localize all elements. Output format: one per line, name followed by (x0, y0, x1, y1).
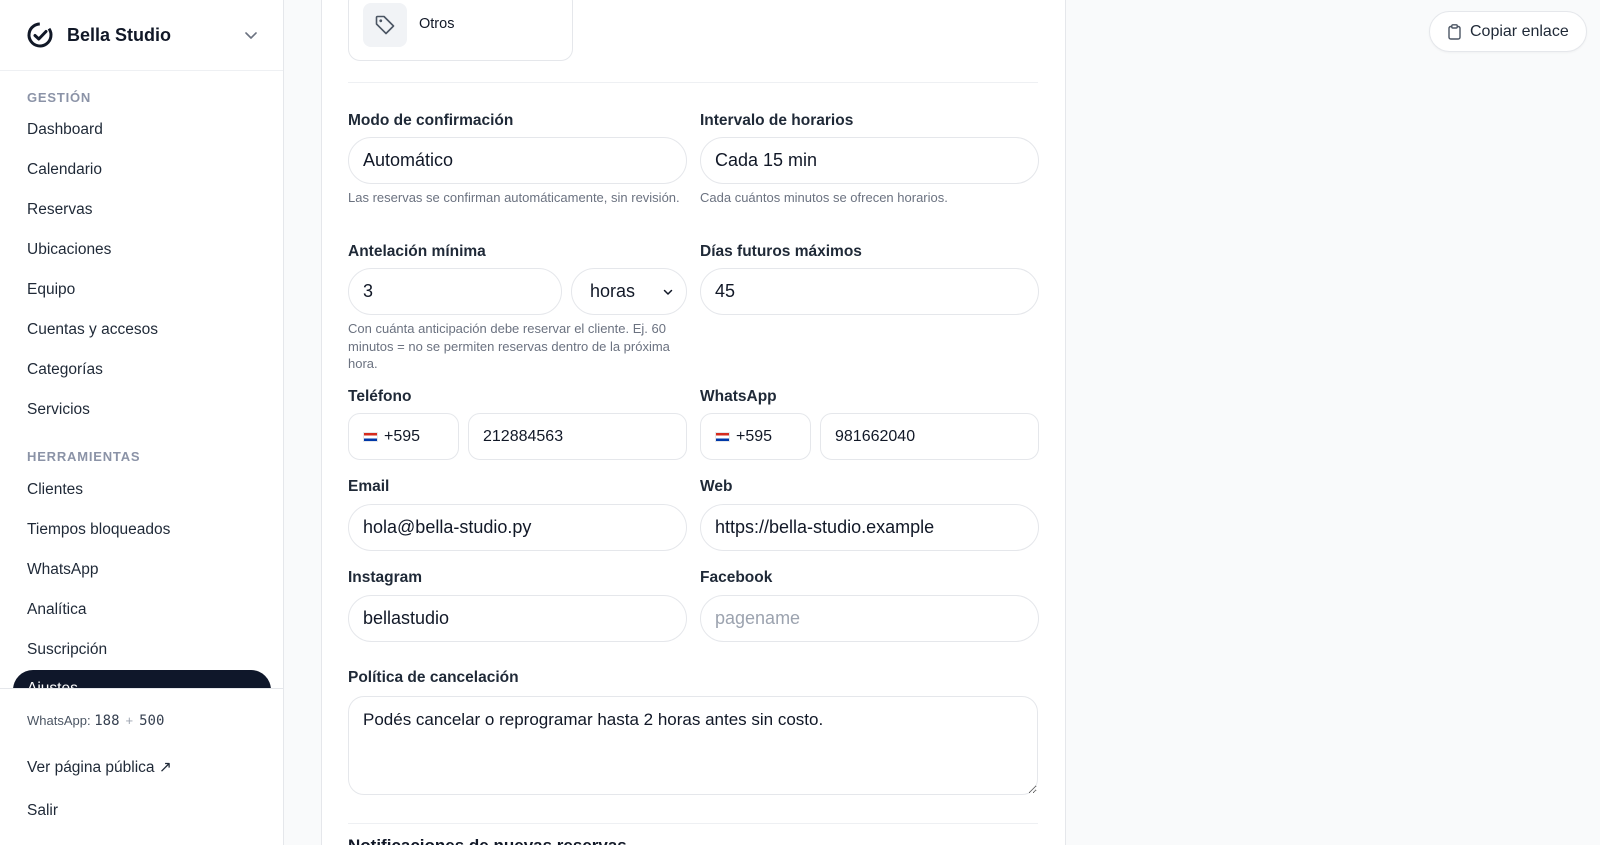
whatsapp-quota-used: 188 (94, 713, 120, 729)
whatsapp-quota-label: WhatsApp: (27, 713, 91, 728)
sidebar-item-categories[interactable]: Categorías (27, 361, 103, 379)
whatsapp-input[interactable] (820, 413, 1039, 460)
cancellation-policy-textarea[interactable]: Podés cancelar o reprogramar hasta 2 hor… (348, 696, 1038, 795)
sidebar-nav: GESTIÓN Dashboard Calendario Reservas Ub… (0, 71, 283, 688)
sidebar-item-clients[interactable]: Clientes (27, 481, 83, 499)
notifications-section-title: Notificaciones de nuevas reservas (348, 836, 627, 845)
sidebar-item-services[interactable]: Servicios (27, 401, 90, 419)
instagram-input[interactable] (348, 595, 687, 642)
sidebar-item-accounts[interactable]: Cuentas y accesos (27, 321, 158, 339)
slot-interval-hint: Cada cuántos minutos se ofrecen horarios… (700, 190, 948, 205)
logout-link[interactable]: Salir (27, 802, 58, 820)
sidebar: Bella Studio GESTIÓN Dashboard Calendari… (0, 0, 284, 845)
whatsapp-label: WhatsApp (700, 388, 777, 405)
sidebar-item-analytics[interactable]: Analítica (27, 601, 86, 619)
workspace-switcher[interactable]: Bella Studio (0, 0, 283, 71)
section-title-management: GESTIÓN (27, 90, 92, 105)
sidebar-footer: WhatsApp: 188 +500 Ver página pública ↗ S… (0, 688, 283, 845)
phone-label: Teléfono (348, 388, 412, 405)
email-label: Email (348, 478, 390, 495)
sidebar-item-settings[interactable]: Ajustes (13, 670, 271, 688)
min-advance-input[interactable] (348, 268, 562, 315)
workspace-name: Bella Studio (67, 24, 172, 45)
min-advance-hint: Con cuánta anticipación debe reservar el… (348, 321, 670, 371)
clipboard-icon (1448, 23, 1461, 40)
sidebar-item-blocked-times[interactable]: Tiempos bloqueados (27, 521, 170, 539)
web-label: Web (700, 478, 733, 495)
min-advance-unit-value: horas (590, 281, 636, 301)
phone-input[interactable] (468, 413, 687, 460)
whatsapp-country-select[interactable]: +595 (700, 413, 811, 460)
public-page-link[interactable]: Ver página pública ↗ (27, 758, 172, 777)
chevron-down-icon (245, 32, 257, 39)
facebook-input[interactable] (700, 595, 1039, 642)
paraguay-flag-icon (363, 431, 378, 442)
slot-interval-label: Intervalo de horarios (700, 112, 854, 129)
tag-icon (375, 15, 395, 35)
sidebar-item-subscription[interactable]: Suscripción (27, 641, 107, 659)
confirmation-mode-label: Modo de confirmación (348, 112, 514, 129)
sidebar-item-calendar[interactable]: Calendario (27, 161, 102, 179)
phone-prefix-value: +595 (384, 427, 421, 445)
whatsapp-quota-plus: + (125, 713, 134, 728)
copy-link-label: Copiar enlace (1470, 22, 1569, 40)
web-input[interactable] (700, 504, 1039, 551)
confirmation-mode-select[interactable] (348, 137, 687, 184)
category-tile-others[interactable]: Otros (348, 0, 573, 61)
slot-interval-select[interactable] (700, 137, 1039, 184)
phone-country-select[interactable]: +595 (348, 413, 459, 460)
confirmation-mode-hint: Las reservas se confirman automáticament… (348, 190, 680, 205)
sidebar-item-locations[interactable]: Ubicaciones (27, 241, 111, 259)
cancellation-policy-label: Política de cancelación (348, 669, 519, 686)
section-divider (348, 82, 1038, 83)
whatsapp-quota-total: 500 (139, 713, 165, 729)
copy-link-button[interactable]: Copiar enlace (1429, 11, 1587, 52)
sidebar-item-team[interactable]: Equipo (27, 281, 75, 299)
category-label: Otros (419, 16, 455, 32)
section-divider (348, 823, 1038, 824)
brand-logo-icon (27, 22, 53, 48)
section-title-tools: HERRAMIENTAS (27, 449, 141, 464)
instagram-label: Instagram (348, 569, 423, 586)
email-input[interactable] (348, 504, 687, 551)
max-future-days-input[interactable] (700, 268, 1039, 315)
sidebar-item-bookings[interactable]: Reservas (27, 201, 92, 219)
paraguay-flag-icon (715, 431, 730, 442)
facebook-label: Facebook (700, 569, 773, 586)
chevron-down-icon (663, 289, 673, 295)
category-icon-box (363, 3, 407, 47)
min-advance-unit-select[interactable]: horas (571, 268, 687, 315)
sidebar-item-dashboard[interactable]: Dashboard (27, 121, 103, 139)
whatsapp-quota: WhatsApp: 188 +500 (27, 713, 164, 729)
whatsapp-prefix-value: +595 (736, 427, 773, 445)
sidebar-item-whatsapp[interactable]: WhatsApp (27, 561, 99, 579)
min-advance-label: Antelación mínima (348, 243, 486, 260)
max-future-days-label: Días futuros máximos (700, 243, 862, 260)
